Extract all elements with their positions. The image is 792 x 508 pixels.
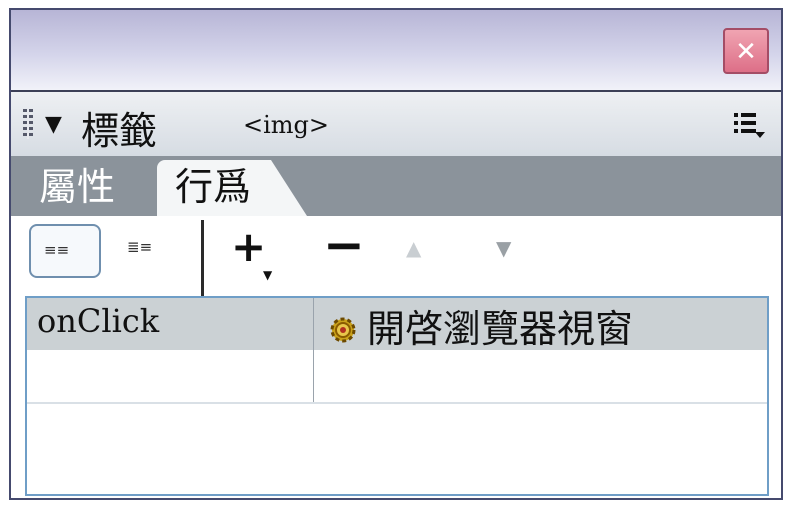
add-behavior-button[interactable]: + ▼ bbox=[231, 226, 272, 283]
show-all-events-button[interactable]: ≣≡ bbox=[123, 228, 169, 274]
action-cell[interactable]: 開啓瀏覽器視窗 bbox=[327, 298, 633, 353]
add-behavior-label: + bbox=[231, 222, 267, 271]
panel-header[interactable]: ▼ 標籤 <img> bbox=[11, 90, 781, 156]
column-divider bbox=[313, 298, 314, 402]
tab-bar: 屬性 行爲 bbox=[11, 156, 781, 216]
tab-attributes[interactable]: 屬性 bbox=[39, 160, 115, 216]
behavior-gear-icon bbox=[330, 317, 356, 343]
action-label: 開啓瀏覽器視窗 bbox=[367, 307, 634, 351]
event-cell[interactable]: onClick bbox=[37, 302, 159, 340]
move-down-button[interactable]: ▼ bbox=[496, 236, 511, 260]
table-row[interactable] bbox=[27, 350, 767, 404]
show-set-events-button[interactable]: ≡≡ bbox=[29, 224, 101, 278]
panel-options-menu-icon[interactable] bbox=[733, 110, 767, 140]
table-row[interactable]: onClick 開啓瀏覽器視窗 bbox=[27, 298, 767, 353]
panel-subtitle: <img> bbox=[243, 111, 330, 139]
panel-title: 標籤 bbox=[81, 109, 158, 153]
move-up-button[interactable]: ▲ bbox=[406, 236, 421, 260]
list-lines-icon: ≡≡ bbox=[44, 241, 70, 259]
remove-behavior-button[interactable]: − bbox=[323, 220, 365, 270]
close-button[interactable] bbox=[723, 28, 769, 74]
collapse-triangle-icon[interactable]: ▼ bbox=[45, 112, 62, 137]
behaviors-toolbar: ≡≡ ≣≡ + ▼ − ▲ ▼ bbox=[11, 216, 781, 298]
behaviors-table: onClick 開啓瀏覽器視窗 bbox=[25, 296, 769, 496]
all-events-list-icon: ≣≡ bbox=[127, 238, 153, 256]
window-titlebar[interactable] bbox=[11, 10, 781, 90]
behaviors-panel-window: ▼ 標籤 <img> 屬性 行爲 ≡≡ ≣≡ +▼ − ▲ ▼ bbox=[9, 8, 783, 500]
tab-behaviors[interactable]: 行爲 bbox=[157, 160, 307, 216]
panel-grip-icon[interactable] bbox=[23, 109, 33, 139]
dropdown-arrow-icon: ▼ bbox=[263, 268, 273, 282]
toolbar-divider bbox=[201, 220, 204, 298]
